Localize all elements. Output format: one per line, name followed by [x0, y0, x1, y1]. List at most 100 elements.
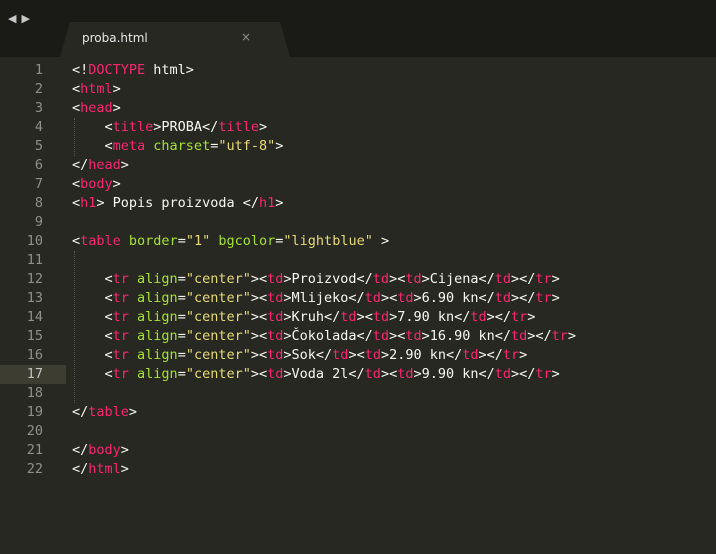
code-line[interactable]: 1 <!DOCTYPE html>: [0, 61, 716, 80]
code-token: ><: [389, 271, 406, 287]
code-line[interactable]: 21 </body>: [0, 441, 716, 460]
code-token: >Kruh</: [283, 309, 341, 325]
code-token: >Proizvod</: [283, 271, 373, 287]
code-line[interactable]: 6 </head>: [0, 156, 716, 175]
line-number: 17: [26, 366, 43, 382]
code-line[interactable]: 19 </table>: [0, 403, 716, 422]
code-token: "center": [185, 366, 251, 382]
code-text: <h1> Popis proizvoda </h1>: [72, 194, 283, 213]
code-token: =: [177, 328, 186, 344]
code-line[interactable]: 15 <tr align="center"><td>Čokolada</td><…: [0, 327, 716, 346]
code-token: >: [112, 176, 121, 192]
code-text: <tr align="center"><td>Čokolada</td><td>…: [72, 327, 577, 346]
code-token: ><: [250, 366, 268, 382]
code-token: "center": [185, 347, 251, 363]
code-editor[interactable]: 1 <!DOCTYPE html> 2 <html> 3 <head> 4 <title>P…: [0, 57, 716, 479]
code-token: >2.90 kn</: [380, 347, 463, 363]
code-token: head: [80, 100, 113, 116]
code-token: =: [177, 290, 186, 306]
code-token: tr: [502, 347, 520, 363]
code-token: html: [80, 81, 113, 97]
code-line[interactable]: 14 <tr align="center"><td>Kruh</td><td>7…: [0, 308, 716, 327]
code-line[interactable]: 22 </html>: [0, 460, 716, 479]
code-line[interactable]: 13 <tr align="center"><td>Mlijeko</td><t…: [0, 289, 716, 308]
tab-proba-html[interactable]: proba.html ×: [60, 22, 290, 57]
code-token: >: [567, 328, 577, 344]
code-line[interactable]: 12 <tr align="center"><td>Proizvod</td><…: [0, 270, 716, 289]
code-token: <: [72, 138, 113, 154]
code-text: </html>: [72, 460, 129, 479]
code-token: tr: [511, 309, 528, 325]
code-text: <tr align="center"><td>Voda 2l</td><td>9…: [72, 365, 560, 384]
code-text: <tr align="center"><td>Sok</td><td>2.90 …: [72, 346, 528, 365]
code-line[interactable]: 8 <h1> Popis proizvoda </h1>: [0, 194, 716, 213]
code-line[interactable]: 20: [0, 422, 716, 441]
code-token: html>: [145, 62, 194, 78]
code-token: ><: [250, 271, 268, 287]
line-number: 10: [26, 233, 43, 249]
code-token: "lightblue": [283, 233, 373, 249]
code-token: <: [72, 119, 113, 135]
code-token: meta: [112, 138, 146, 154]
code-token: html: [88, 461, 121, 477]
code-token: body: [80, 176, 113, 192]
code-token: border: [128, 233, 178, 249]
code-token: >Cijena</: [421, 271, 495, 287]
code-token: <!: [72, 62, 89, 78]
tab-bar: ◀ ▶ proba.html ×: [0, 0, 716, 57]
code-token: ><: [250, 290, 268, 306]
code-token: align: [137, 347, 178, 363]
close-icon[interactable]: ×: [241, 30, 251, 44]
code-token: >Mlijeko</: [283, 290, 365, 306]
code-token: <: [72, 328, 113, 344]
code-line[interactable]: 7 <body>: [0, 175, 716, 194]
code-line[interactable]: 3 <head>: [0, 99, 716, 118]
code-token: title: [218, 119, 259, 135]
code-token: ><: [380, 290, 398, 306]
code-text: </table>: [72, 403, 137, 422]
line-number: 8: [34, 195, 43, 211]
code-token: >: [112, 100, 121, 116]
code-token: >: [519, 347, 528, 363]
code-token: >7.90 kn</: [389, 309, 471, 325]
code-line[interactable]: 10 <table border="1" bgcolor="lightblue" …: [0, 232, 716, 251]
code-token: =: [177, 366, 186, 382]
code-line[interactable]: 11: [0, 251, 716, 270]
arrow-left-icon[interactable]: ◀: [8, 12, 17, 25]
code-token: tr: [112, 271, 129, 287]
code-text: <html>: [72, 80, 121, 99]
code-token: tr: [535, 290, 552, 306]
tab-navigation: ◀ ▶: [8, 12, 35, 25]
code-token: =: [177, 347, 186, 363]
code-line[interactable]: 16 <tr align="center"><td>Sok</td><td>2.…: [0, 346, 716, 365]
code-token: >Sok</: [283, 347, 333, 363]
code-token: td: [397, 366, 414, 382]
code-token: td: [397, 290, 414, 306]
code-token: ><: [250, 309, 268, 325]
code-text: <!DOCTYPE html>: [72, 61, 194, 80]
code-token: tr: [112, 290, 129, 306]
code-line[interactable]: 4 <title>PROBA</title>: [0, 118, 716, 137]
line-number: 21: [26, 442, 43, 458]
code-token: </: [72, 157, 89, 173]
code-token: <: [72, 100, 81, 116]
line-number: 3: [34, 100, 43, 116]
code-line[interactable]: 2 <html>: [0, 80, 716, 99]
code-line[interactable]: 17 <tr align="center"><td>Voda 2l</td><t…: [0, 365, 716, 384]
code-line[interactable]: 5 <meta charset="utf-8">: [0, 137, 716, 156]
code-token: table: [80, 233, 121, 249]
code-token: >: [551, 271, 560, 287]
code-token: align: [137, 290, 178, 306]
code-token: ><: [380, 366, 398, 382]
code-token: title: [112, 119, 154, 135]
code-token: >: [258, 119, 268, 135]
line-number: 4: [34, 119, 43, 135]
code-token: td: [364, 366, 381, 382]
code-text: <body>: [72, 175, 121, 194]
line-number: 14: [26, 309, 43, 325]
code-token: tr: [112, 328, 129, 344]
code-line[interactable]: 18: [0, 384, 716, 403]
arrow-right-icon[interactable]: ▶: [21, 12, 30, 25]
code-line[interactable]: 9: [0, 213, 716, 232]
